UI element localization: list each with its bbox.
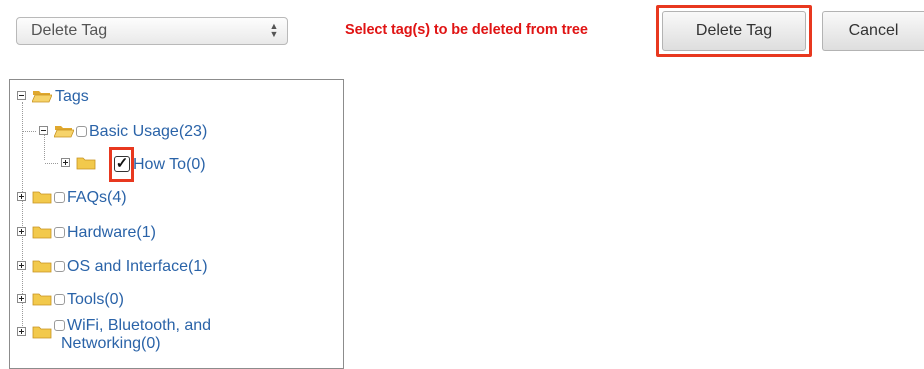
delete-button-highlight (656, 5, 812, 57)
tree-connector (44, 135, 46, 160)
expand-icon[interactable] (17, 192, 26, 201)
tree-item-label[interactable]: How To(0) (133, 156, 206, 174)
expand-icon[interactable] (17, 261, 26, 270)
expand-icon[interactable] (17, 227, 26, 236)
collapse-icon[interactable] (39, 126, 48, 135)
tree-item-label[interactable]: WiFi, Bluetooth, and (67, 317, 211, 335)
action-select-value: Delete Tag (31, 22, 108, 39)
folder-closed-icon (32, 326, 52, 339)
folder-closed-icon (32, 226, 52, 239)
folder-closed-icon (32, 191, 52, 204)
tag-checkbox[interactable] (54, 261, 65, 272)
expand-icon[interactable] (17, 294, 26, 303)
tag-checkbox[interactable] (54, 192, 65, 203)
tag-checkbox[interactable] (54, 227, 65, 238)
action-select[interactable]: Delete Tag ▲ ▼ (16, 17, 288, 45)
tree-connector (23, 131, 36, 133)
tree-connector (45, 163, 58, 165)
cancel-button[interactable]: Cancel (822, 11, 924, 51)
folder-closed-icon (76, 157, 96, 170)
tree-item-label[interactable]: Hardware(1) (67, 224, 156, 242)
tree-item-label[interactable]: FAQs(4) (67, 189, 127, 207)
folder-open-icon (32, 91, 52, 103)
expand-icon[interactable] (61, 158, 70, 167)
tree-item-label-line2[interactable]: Networking(0) (61, 335, 161, 353)
tag-checkbox[interactable] (54, 294, 65, 305)
tree-item-label[interactable]: OS and Interface(1) (67, 258, 208, 276)
root-collapse-icon[interactable] (17, 91, 26, 100)
tag-checkbox[interactable] (54, 320, 65, 331)
tree-item-label[interactable]: Basic Usage(23) (89, 123, 207, 141)
folder-closed-icon (32, 293, 52, 306)
instruction-message: Select tag(s) to be deleted from tree (345, 22, 588, 38)
folder-open-icon (54, 126, 74, 138)
checkbox-highlight (109, 147, 134, 182)
tree-item-label[interactable]: Tools(0) (67, 291, 124, 309)
tree-root-label[interactable]: Tags (55, 88, 89, 106)
pane-divider (343, 79, 344, 369)
tag-checkbox[interactable] (76, 126, 87, 137)
select-arrows-icon: ▲ ▼ (269, 21, 279, 39)
folder-closed-icon (32, 260, 52, 273)
expand-icon[interactable] (17, 327, 26, 336)
